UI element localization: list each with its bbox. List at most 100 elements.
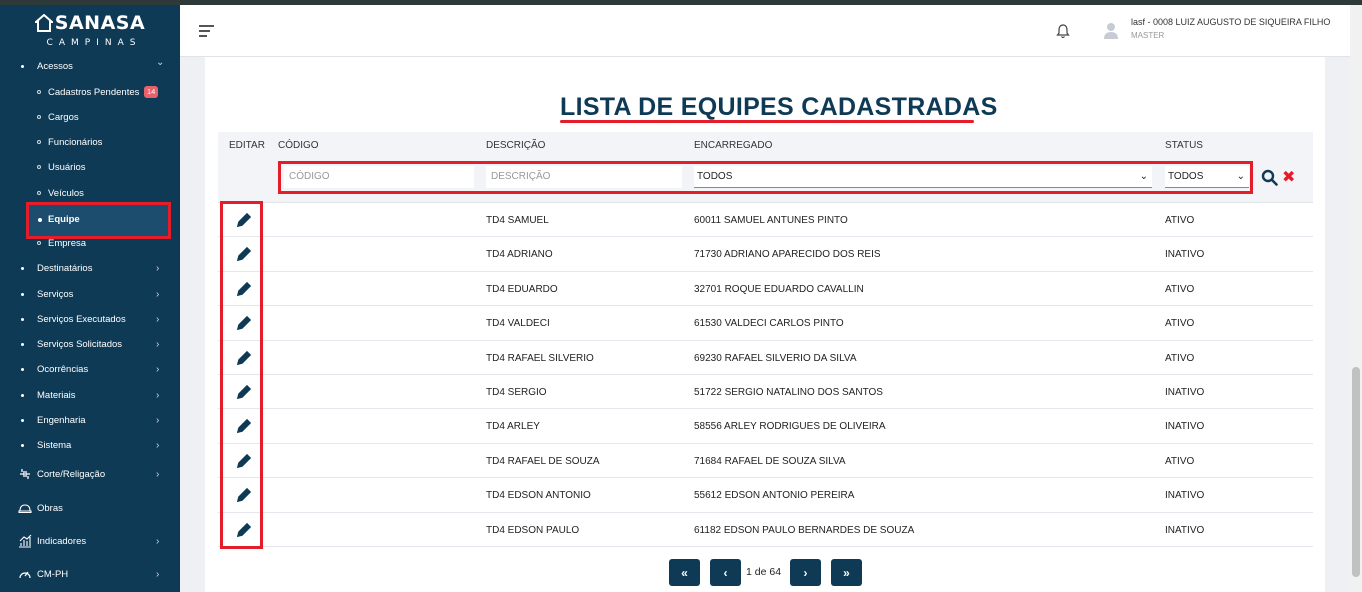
table-row: TD4 RAFAEL DE SOUZA 71684 RAFAEL DE SOUZ…: [218, 444, 1313, 479]
cell-descricao: TD4 SERGIO: [486, 387, 547, 398]
edit-pencil-icon[interactable]: [236, 453, 252, 469]
plug-icon: [20, 469, 30, 479]
sidebar-item-funcionarios[interactable]: Funcionários: [0, 131, 180, 153]
sidebar-item-engenharia[interactable]: Engenharia ›: [0, 409, 180, 431]
sidebar-item-cm-ph[interactable]: CM-PH ›: [0, 563, 180, 585]
filter-row: CÓDIGO DESCRIÇÃO TODOS ⌄ TODOS ⌄ ✖: [218, 159, 1313, 203]
chevron-right-icon: ›: [156, 535, 160, 547]
sidebar-item-servicos[interactable]: Serviços ›: [0, 283, 180, 305]
sidebar-item-servicos-executados[interactable]: Serviços Executados ›: [0, 308, 180, 330]
next-page-button[interactable]: ›: [790, 559, 821, 586]
cell-status: INATIVO: [1165, 421, 1205, 433]
hardhat-icon: [18, 504, 32, 514]
table-row: TD4 ARLEY 58556 ARLEY RODRIGUES DE OLIVE…: [218, 409, 1313, 444]
sidebar: SANASA CAMPINAS Acessos ⌄ Cadastros Pend…: [0, 5, 180, 592]
sidebar-item-veiculos[interactable]: Veículos: [0, 182, 180, 204]
cell-descricao: TD4 EDSON ANTONIO: [486, 490, 591, 502]
cell-encarregado: 71730 ADRIANO APARECIDO DOS REIS: [694, 249, 881, 261]
sidebar-item-corte-religacao[interactable]: Corte/Religação ›: [0, 463, 180, 485]
sidebar-item-acessos[interactable]: Acessos ⌄: [0, 55, 180, 77]
cell-descricao: TD4 SAMUEL: [486, 215, 549, 226]
cell-encarregado: 61530 VALDECI CARLOS PINTO: [694, 318, 844, 330]
edit-pencil-icon[interactable]: [236, 315, 252, 331]
sidebar-item-sistema[interactable]: Sistema ›: [0, 434, 180, 456]
cell-descricao: TD4 VALDECI: [486, 318, 550, 330]
page-info: 1 de 64: [746, 566, 782, 578]
chart-icon: [19, 534, 32, 548]
header-status[interactable]: STATUS: [1165, 140, 1203, 151]
chevron-right-icon: ›: [156, 262, 160, 274]
edit-pencil-icon[interactable]: [236, 281, 252, 297]
gauge-icon: [19, 571, 31, 579]
sidebar-item-usuarios[interactable]: Usuários: [0, 156, 180, 178]
cell-status: ATIVO: [1165, 318, 1195, 330]
sidebar-item-ocorrencias[interactable]: Ocorrências ›: [0, 358, 180, 380]
header-codigo[interactable]: CÓDIGO: [278, 140, 319, 151]
page-scrollbar[interactable]: [1350, 5, 1362, 592]
edit-pencil-icon[interactable]: [236, 350, 252, 366]
cell-descricao: TD4 ARLEY: [486, 421, 540, 433]
filter-highlight-box: [278, 161, 1253, 194]
search-icon[interactable]: [1261, 169, 1278, 186]
content-card: LISTA DE EQUIPES CADASTRADAS EDITAR CÓDI…: [205, 57, 1325, 592]
chevron-right-icon: ›: [156, 389, 160, 401]
pagination: « ‹ 1 de 64 › »: [205, 559, 1325, 586]
cell-encarregado: 71684 RAFAEL DE SOUZA SILVA: [694, 455, 846, 467]
cell-status: INATIVO: [1165, 387, 1205, 398]
bell-icon[interactable]: [1056, 23, 1070, 39]
prev-page-button[interactable]: ‹: [710, 559, 741, 586]
user-avatar-icon[interactable]: [1103, 22, 1119, 40]
sidebar-item-materiais[interactable]: Materiais ›: [0, 384, 180, 406]
chevron-right-icon: ›: [156, 313, 160, 325]
cell-encarregado: 51722 SERGIO NATALINO DOS SANTOS: [694, 387, 883, 398]
chevron-right-icon: ›: [156, 363, 160, 375]
sidebar-item-cargos[interactable]: Cargos: [0, 106, 180, 128]
table-row: TD4 EDSON PAULO 61182 EDSON PAULO BERNAR…: [218, 513, 1313, 547]
cell-status: ATIVO: [1165, 215, 1195, 226]
table-row: TD4 SAMUEL 60011 SAMUEL ANTUNES PINTO AT…: [218, 203, 1313, 238]
first-page-button[interactable]: «: [669, 559, 700, 586]
cell-descricao: TD4 EDUARDO: [486, 283, 558, 295]
chevron-right-icon: ›: [156, 439, 160, 451]
cell-status: ATIVO: [1165, 455, 1195, 467]
edit-pencil-icon[interactable]: [236, 212, 252, 228]
cell-descricao: TD4 RAFAEL SILVERIO: [486, 352, 594, 364]
chevron-right-icon: ›: [156, 468, 160, 480]
edit-pencil-icon[interactable]: [236, 246, 252, 262]
table-row: TD4 EDUARDO 32701 ROQUE EDUARDO CAVALLIN…: [218, 272, 1313, 307]
cell-encarregado: 32701 ROQUE EDUARDO CAVALLIN: [694, 283, 864, 295]
sidebar-item-destinatarios[interactable]: Destinatários ›: [0, 257, 180, 279]
edit-pencil-icon[interactable]: [236, 418, 252, 434]
cell-descricao: TD4 RAFAEL DE SOUZA: [486, 455, 600, 467]
user-role: MASTER: [1131, 31, 1165, 40]
sidebar-item-indicadores[interactable]: Indicadores ›: [0, 530, 180, 552]
table-header: EDITAR CÓDIGO DESCRIÇÃO ENCARREGADO STAT…: [218, 132, 1313, 159]
pending-count-badge: 14: [144, 86, 159, 98]
edit-pencil-icon[interactable]: [236, 487, 252, 503]
cell-descricao: TD4 EDSON PAULO: [486, 524, 580, 536]
edit-pencil-icon[interactable]: [236, 522, 252, 538]
chevron-right-icon: ›: [156, 414, 160, 426]
clear-filter-icon[interactable]: ✖: [1282, 167, 1295, 187]
sidebar-item-cadastros-pendentes[interactable]: Cadastros Pendentes 14: [0, 81, 180, 103]
edit-pencil-icon[interactable]: [236, 384, 252, 400]
sidebar-item-equipe[interactable]: Equipe: [26, 202, 171, 239]
top-header: lasf - 0008 LUIZ AUGUSTO DE SIQUEIRA FIL…: [180, 5, 1350, 57]
header-editar: EDITAR: [229, 140, 265, 151]
page-title: LISTA DE EQUIPES CADASTRADAS: [560, 93, 998, 121]
table-row: TD4 EDSON ANTONIO 55612 EDSON ANTONIO PE…: [218, 478, 1313, 513]
table-row: TD4 ADRIANO 71730 ADRIANO APARECIDO DOS …: [218, 237, 1313, 272]
last-page-button[interactable]: »: [831, 559, 862, 586]
menu-toggle-icon[interactable]: [199, 25, 214, 37]
cell-status: INATIVO: [1165, 249, 1205, 261]
chevron-right-icon: ›: [156, 338, 160, 350]
title-underline: [560, 120, 974, 123]
header-encarregado[interactable]: ENCARREGADO: [694, 140, 772, 151]
user-name[interactable]: lasf - 0008 LUIZ AUGUSTO DE SIQUEIRA FIL…: [1131, 17, 1330, 27]
header-descricao[interactable]: DESCRIÇÃO: [486, 140, 545, 151]
scrollbar-thumb[interactable]: [1352, 367, 1360, 577]
cell-status: ATIVO: [1165, 283, 1195, 295]
sidebar-item-obras[interactable]: Obras: [0, 497, 180, 519]
house-icon: [34, 14, 53, 32]
sidebar-item-servicos-solicitados[interactable]: Serviços Solicitados ›: [0, 333, 180, 355]
